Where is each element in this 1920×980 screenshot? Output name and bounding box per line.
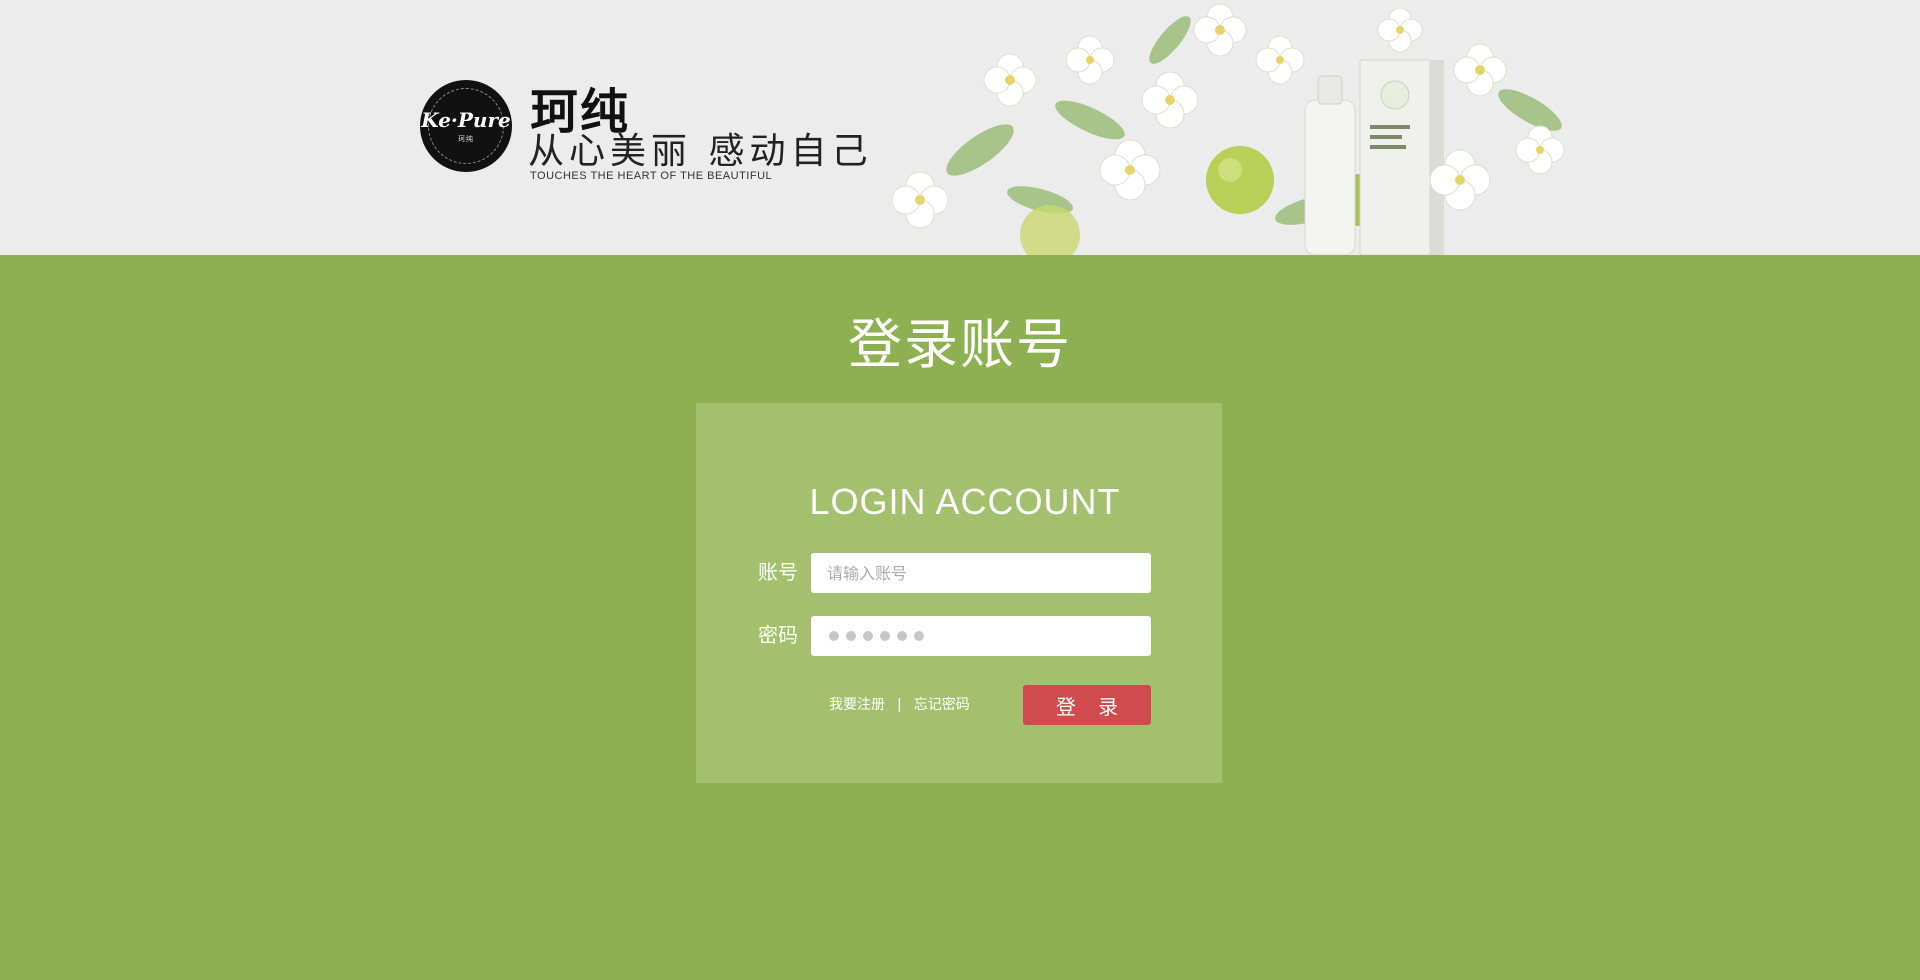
brand-logo-icon[interactable]: Ke·Pure 珂纯 [420,80,512,172]
forgot-password-link[interactable]: 忘记密码 [914,697,970,713]
panel-title: LOGIN ACCOUNT [809,481,1121,522]
login-button[interactable]: 登 录 [1023,685,1151,725]
page-title: 登录账号 [848,313,1072,376]
password-dot [829,631,839,641]
password-dot [863,631,873,641]
password-label: 密码 [758,623,798,647]
link-separator: | [897,697,902,713]
header-banner: Ke·Pure 珂纯 珂纯 从心美丽 感动自己 TOUCHES THE HEAR… [0,0,1920,255]
account-label: 账号 [758,560,798,584]
account-links: 我要注册 | 忘记密码 [829,694,970,714]
password-dot [897,631,907,641]
brand-slogan-en: TOUCHES THE HEART OF THE BEAUTIFUL [530,170,773,182]
logo-text: Ke·Pure [421,108,511,132]
password-input[interactable] [811,616,1151,656]
password-dot [914,631,924,641]
password-dot [846,631,856,641]
login-panel: LOGIN ACCOUNT 账号 密码 我要注册 | 忘记密码 登 录 [696,403,1222,783]
brand-block: Ke·Pure 珂纯 珂纯 从心美丽 感动自己 TOUCHES THE HEAR… [420,78,870,188]
logo-subtext: 珂纯 [458,135,474,143]
password-dot [880,631,890,641]
register-link[interactable]: 我要注册 [829,697,885,713]
floral-product-illustration [891,3,1565,255]
account-input[interactable] [811,553,1151,593]
brand-slogan: 从心美丽 感动自己 [528,131,873,172]
